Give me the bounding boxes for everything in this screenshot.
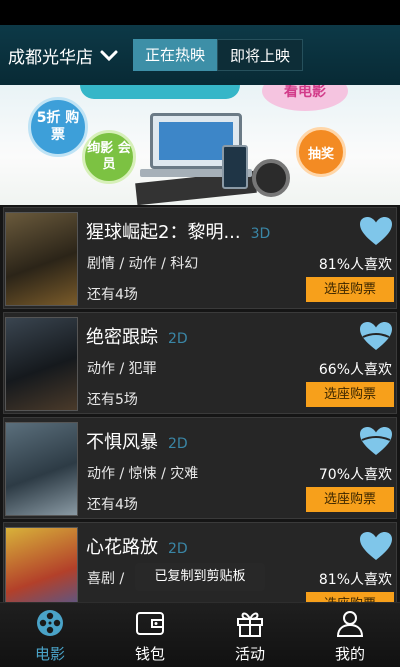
movie-item[interactable]: 绝密跟踪 2D 动作 / 犯罪 66%人喜欢 还有5场 选座购票 bbox=[3, 312, 397, 414]
movie-title-row: 绝密跟踪 2D bbox=[86, 323, 188, 349]
movie-sessions-left: 还有4场 bbox=[87, 497, 138, 513]
tab-label: 我的 bbox=[334, 645, 365, 663]
movie-poster bbox=[5, 527, 78, 602]
tab-label: 活动 bbox=[234, 645, 265, 663]
movie-poster bbox=[5, 422, 78, 516]
store-name: 成都光华店 bbox=[8, 48, 93, 68]
banner-top-badge: 看电影 bbox=[262, 85, 348, 111]
movie-title-row: 心花路放 2D bbox=[86, 533, 188, 559]
movie-like-rate: 81%人喜欢 bbox=[318, 257, 392, 273]
promo-banner[interactable]: 看电影 5折 购票 绚影 会员 抽奖 bbox=[0, 85, 400, 205]
heart-icon[interactable] bbox=[359, 426, 393, 456]
movie-title: 猩球崛起2：黎明... bbox=[86, 222, 241, 243]
heart-icon[interactable] bbox=[359, 531, 393, 561]
movie-title: 心花路放 bbox=[86, 537, 158, 558]
wallet-icon bbox=[136, 612, 164, 635]
phone-graphic bbox=[222, 145, 248, 189]
tab-now-showing[interactable]: 正在热映 bbox=[133, 39, 218, 71]
showing-tabs: 正在热映 即将上映 bbox=[133, 39, 304, 71]
movie-title-row: 不惧风暴 2D bbox=[86, 428, 188, 454]
top-bar: 成都光华店 正在热映 即将上映 bbox=[0, 25, 400, 85]
bottom-tab-bar: 电影 钱包 活动 我的 bbox=[0, 602, 400, 667]
banner-lottery-badge: 抽奖 bbox=[296, 127, 346, 177]
movie-sessions-left: 还有4场 bbox=[87, 287, 138, 303]
banner-member-badge: 绚影 会员 bbox=[82, 130, 136, 184]
movie-like-rate: 70%人喜欢 bbox=[318, 467, 392, 483]
movie-format: 3D bbox=[250, 226, 271, 242]
tab-label: 电影 bbox=[34, 645, 65, 663]
person-icon bbox=[336, 611, 364, 637]
movie-item[interactable]: 猩球崛起2：黎明... 3D 剧情 / 动作 / 科幻 81%人喜欢 还有4场 … bbox=[3, 207, 397, 309]
movie-format: 2D bbox=[168, 331, 188, 347]
movie-poster bbox=[5, 317, 78, 411]
gift-icon bbox=[237, 612, 263, 637]
movie-like-rate: 66%人喜欢 bbox=[318, 362, 392, 378]
tab-mine[interactable]: 我的 bbox=[300, 603, 400, 667]
movie-poster bbox=[5, 212, 78, 306]
movie-item[interactable]: 不惧风暴 2D 动作 / 惊悚 / 灾难 70%人喜欢 还有4场 选座购票 bbox=[3, 417, 397, 519]
banner-strip bbox=[80, 85, 240, 99]
movie-genre: 动作 / 犯罪 bbox=[87, 361, 157, 377]
film-reel-graphic bbox=[252, 159, 290, 197]
movie-genre: 剧情 / 动作 / 科幻 bbox=[87, 256, 199, 272]
movie-sessions-left: 还有5场 bbox=[87, 392, 138, 408]
movie-genre: 动作 / 惊悚 / 灾难 bbox=[87, 466, 199, 482]
heart-icon[interactable] bbox=[359, 216, 393, 246]
tab-events[interactable]: 活动 bbox=[200, 603, 300, 667]
toast-message: 已复制到剪贴板 bbox=[135, 563, 265, 591]
movie-like-rate: 81%人喜欢 bbox=[318, 572, 392, 588]
tab-coming-soon[interactable]: 即将上映 bbox=[217, 39, 304, 71]
chevron-down-icon bbox=[100, 50, 118, 61]
movie-format: 2D bbox=[168, 541, 188, 557]
select-seat-button[interactable]: 选座购票 bbox=[306, 487, 394, 512]
heart-icon[interactable] bbox=[359, 321, 393, 351]
movie-genre: 喜剧 / bbox=[87, 571, 125, 587]
select-seat-button[interactable]: 选座购票 bbox=[306, 277, 394, 302]
store-selector[interactable]: 成都光华店 bbox=[8, 43, 119, 68]
select-seat-button[interactable]: 选座购票 bbox=[306, 382, 394, 407]
tab-movies[interactable]: 电影 bbox=[0, 603, 100, 667]
movie-format: 2D bbox=[168, 436, 188, 452]
film-reel-icon bbox=[37, 610, 63, 636]
select-seat-button[interactable]: 选座购票 bbox=[306, 592, 394, 602]
movie-title: 不惧风暴 bbox=[86, 432, 158, 453]
status-bar bbox=[0, 0, 400, 25]
movie-list[interactable]: 猩球崛起2：黎明... 3D 剧情 / 动作 / 科幻 81%人喜欢 还有4场 … bbox=[0, 205, 400, 602]
movie-title: 绝密跟踪 bbox=[86, 327, 158, 348]
tab-label: 钱包 bbox=[134, 645, 165, 663]
banner-discount-badge: 5折 购票 bbox=[28, 97, 88, 157]
tab-wallet[interactable]: 钱包 bbox=[100, 603, 200, 667]
movie-title-row: 猩球崛起2：黎明... 3D bbox=[86, 218, 270, 244]
